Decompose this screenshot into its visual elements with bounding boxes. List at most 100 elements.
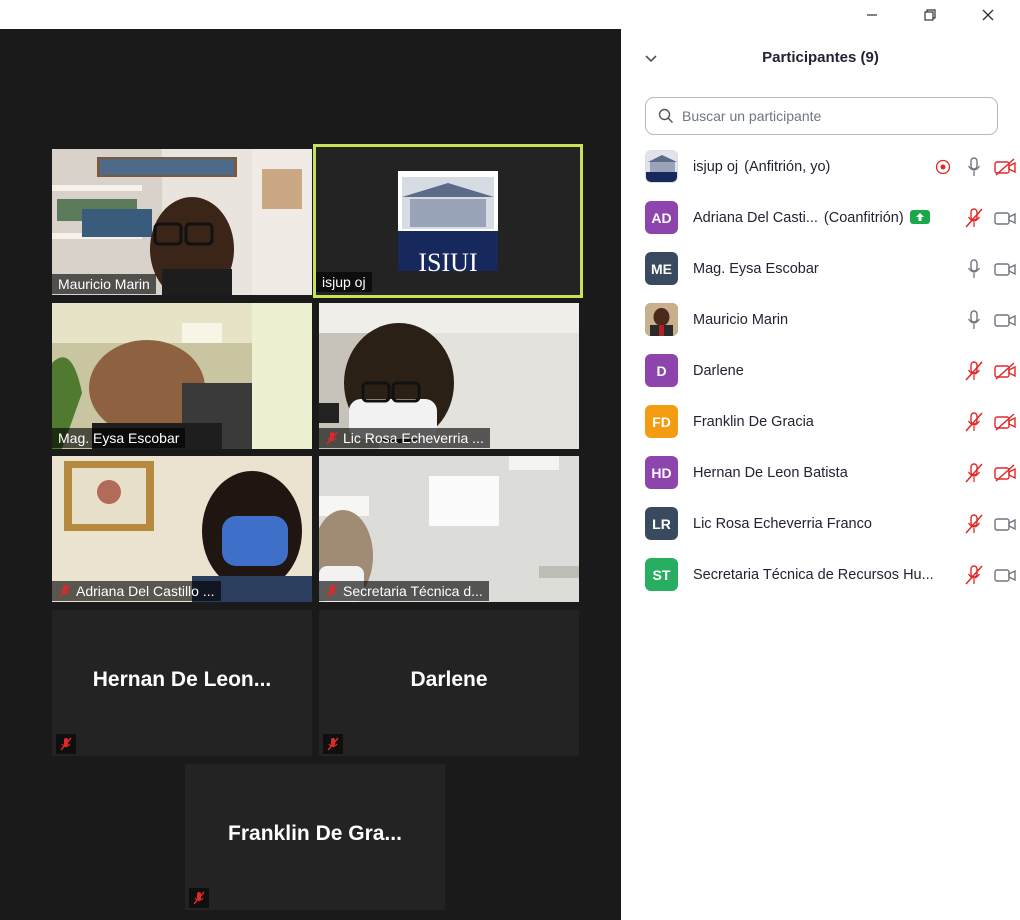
participant-row[interactable]: isjup oj (Anfitrión, yo) xyxy=(621,141,1020,192)
mic-muted-icon xyxy=(326,431,338,445)
participant-controls xyxy=(958,359,1020,383)
minimize-icon xyxy=(867,14,877,16)
video-button[interactable] xyxy=(989,461,1020,485)
video-tile[interactable]: Adriana Del Castillo ... xyxy=(52,456,312,602)
avatar: D xyxy=(645,354,678,387)
participant-row[interactable]: ST Secretaria Técnica de Recursos Hu... xyxy=(621,549,1020,600)
mic-muted-badge xyxy=(189,888,209,908)
video-tile[interactable]: Darlene xyxy=(319,610,579,756)
mic-muted-icon xyxy=(964,360,983,380)
video-icon xyxy=(993,262,1016,276)
mic-button[interactable] xyxy=(958,359,989,383)
mic-button[interactable] xyxy=(958,155,989,179)
search-box[interactable] xyxy=(645,97,998,135)
mic-muted-icon xyxy=(964,564,983,584)
mic-muted-icon xyxy=(327,737,339,751)
participant-name: Adriana Del Casti... (Coanfitrión) xyxy=(693,210,930,226)
participant-controls xyxy=(958,410,1020,434)
restore-icon xyxy=(924,9,936,21)
video-button[interactable] xyxy=(989,308,1020,332)
mic-icon xyxy=(967,309,980,329)
panel-header: Participantes (9) xyxy=(621,29,1020,87)
video-icon xyxy=(993,211,1016,225)
video-tile[interactable]: Lic Rosa Echeverria ... xyxy=(319,303,579,449)
mic-button[interactable] xyxy=(958,410,989,434)
avatar-photo xyxy=(645,303,678,336)
mic-muted-icon xyxy=(964,513,983,533)
participant-name: Secretaria Técnica de Recursos Hu... xyxy=(693,566,934,583)
mic-muted-icon xyxy=(964,462,983,482)
avatar xyxy=(645,150,678,183)
tile-name-label: isjup oj xyxy=(316,272,372,292)
mic-muted-badge xyxy=(323,734,343,754)
svg-text:ISIUI: ISIUI xyxy=(418,248,477,277)
close-button[interactable] xyxy=(968,2,1008,28)
video-button[interactable] xyxy=(989,563,1020,587)
participant-row[interactable]: ME Mag. Eysa Escobar xyxy=(621,243,1020,294)
tile-name-label: Lic Rosa Echeverria ... xyxy=(319,428,490,448)
participant-controls xyxy=(958,461,1020,485)
video-icon xyxy=(993,313,1016,327)
window-title-bar xyxy=(0,0,1020,29)
video-off-icon xyxy=(993,157,1016,176)
mic-muted-icon xyxy=(193,891,205,905)
video-button[interactable] xyxy=(989,410,1020,434)
mic-button[interactable] xyxy=(958,308,989,332)
participant-list: isjup oj (Anfitrión, yo) AD Adriana Del C… xyxy=(621,141,1020,600)
mic-button[interactable] xyxy=(958,206,989,230)
participant-row[interactable]: HD Hernan De Leon Batista xyxy=(621,447,1020,498)
video-button[interactable] xyxy=(989,359,1020,383)
participant-controls xyxy=(958,512,1020,536)
mic-icon xyxy=(967,258,980,278)
close-icon xyxy=(982,9,994,21)
mic-muted-badge xyxy=(56,734,76,754)
video-tile[interactable]: Franklin De Gra... xyxy=(185,764,445,910)
video-icon xyxy=(993,517,1016,531)
mic-button[interactable] xyxy=(958,257,989,281)
participants-panel: Participantes (9) isjup oj(Anfitrión, yo… xyxy=(621,29,1020,920)
tile-name-label: Mauricio Marin xyxy=(52,274,156,294)
avatar: ST xyxy=(645,558,678,591)
mic-button[interactable] xyxy=(958,461,989,485)
mic-muted-icon xyxy=(59,584,71,598)
participant-row[interactable]: LR Lic Rosa Echeverria Franco xyxy=(621,498,1020,549)
tile-name-label: Secretaria Técnica d... xyxy=(319,581,489,601)
mic-muted-icon xyxy=(60,737,72,751)
participant-controls xyxy=(958,308,1020,332)
video-off-icon xyxy=(993,463,1016,482)
video-tile[interactable]: Secretaria Técnica d... xyxy=(319,456,579,602)
participant-row[interactable]: D Darlene xyxy=(621,345,1020,396)
participant-name: Mag. Eysa Escobar xyxy=(693,260,819,277)
video-button[interactable] xyxy=(989,155,1020,179)
tile-display-name: Hernan De Leon... xyxy=(92,668,272,691)
search-input[interactable] xyxy=(680,107,984,125)
video-button[interactable] xyxy=(989,512,1020,536)
mic-muted-icon xyxy=(326,584,338,598)
participant-row[interactable]: Mauricio Marin xyxy=(621,294,1020,345)
avatar: FD xyxy=(645,405,678,438)
participant-name: Hernan De Leon Batista xyxy=(693,464,848,481)
participant-controls xyxy=(958,563,1020,587)
recording-icon xyxy=(935,159,950,174)
video-tile-active-speaker[interactable]: ISIUI isjup oj xyxy=(313,144,583,298)
participant-name: isjup oj (Anfitrión, yo) xyxy=(693,158,831,175)
avatar: HD xyxy=(645,456,678,489)
video-button[interactable] xyxy=(989,257,1020,281)
mic-button[interactable] xyxy=(958,563,989,587)
participant-row[interactable]: AD Adriana Del Casti... (Coanfitrión) xyxy=(621,192,1020,243)
participant-row[interactable]: FD Franklin De Gracia xyxy=(621,396,1020,447)
video-button[interactable] xyxy=(989,206,1020,230)
screen-share-icon xyxy=(909,209,930,224)
participant-controls xyxy=(927,155,1020,179)
restore-button[interactable] xyxy=(910,2,950,28)
avatar: ME xyxy=(645,252,678,285)
mic-button[interactable] xyxy=(958,512,989,536)
video-gallery: Mauricio Marin ISIUI isjup oj Mag. Eysa … xyxy=(0,29,621,920)
video-tile[interactable]: Mauricio Marin xyxy=(52,149,312,295)
participant-name: Darlene xyxy=(693,362,744,379)
search-icon xyxy=(658,108,674,124)
video-tile[interactable]: Hernan De Leon... xyxy=(52,610,312,756)
video-off-icon xyxy=(993,412,1016,431)
video-tile[interactable]: Mag. Eysa Escobar xyxy=(52,303,312,449)
minimize-button[interactable] xyxy=(852,2,892,28)
